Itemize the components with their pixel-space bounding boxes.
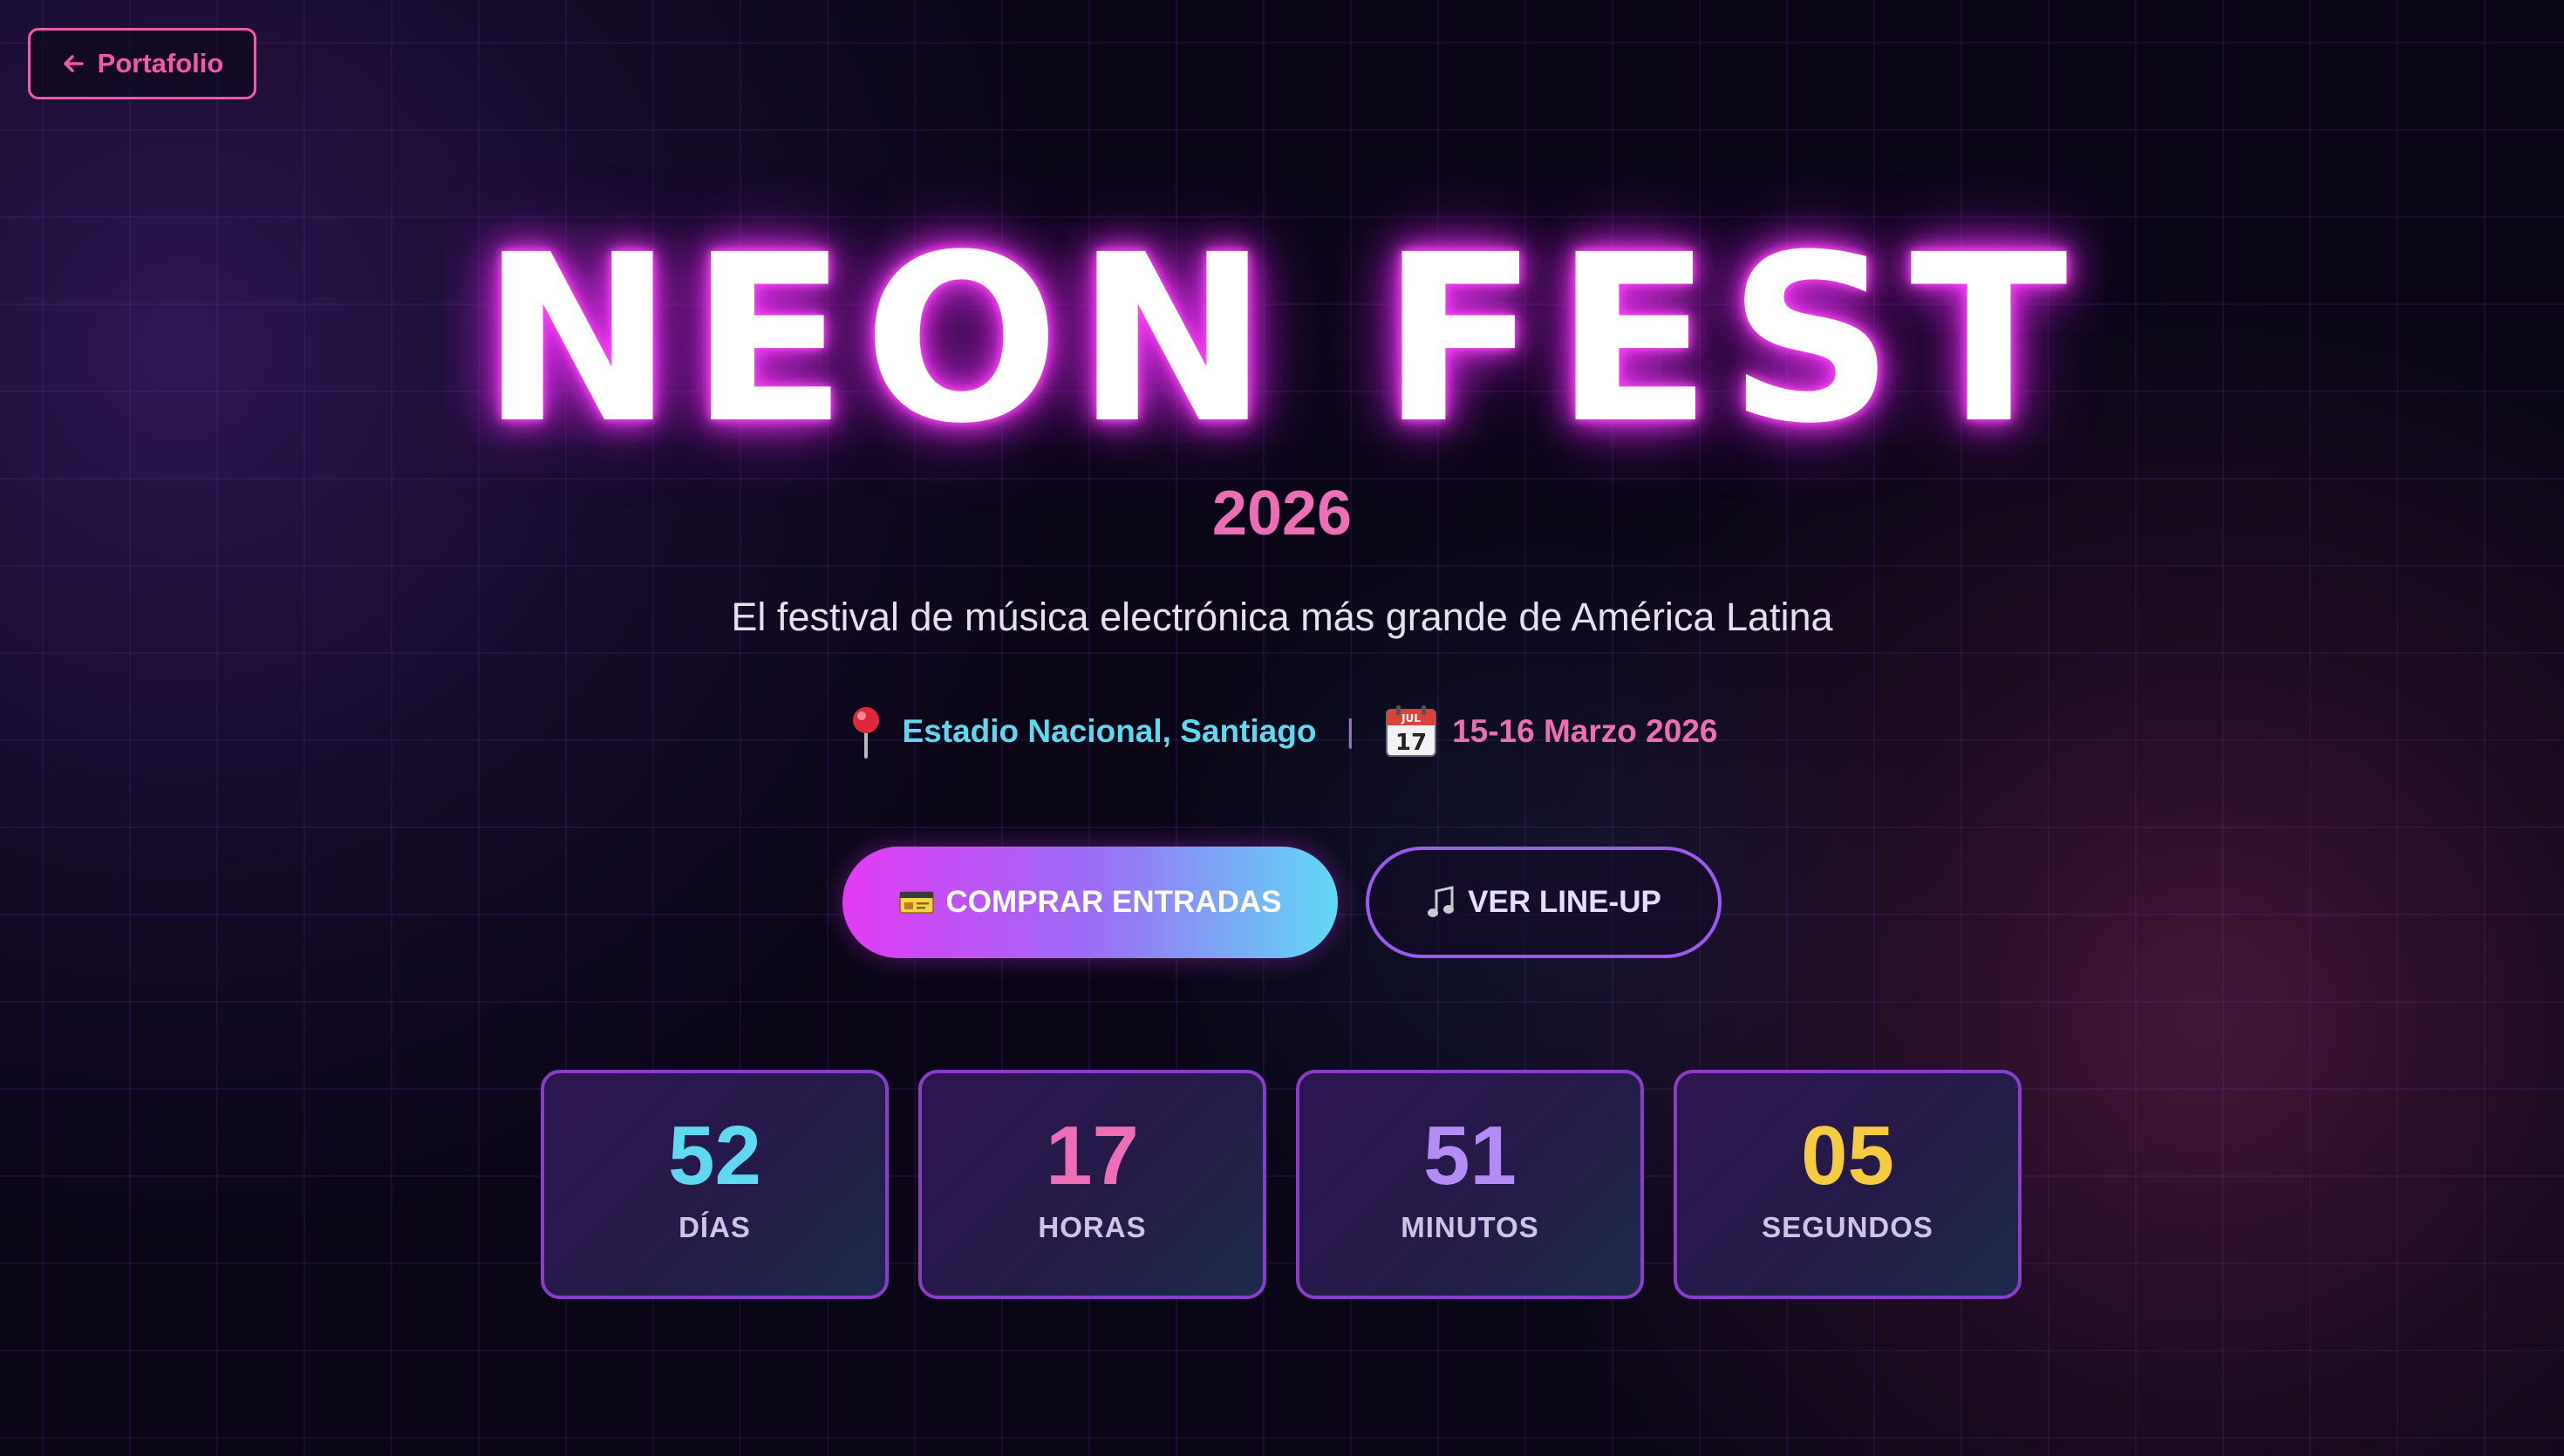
buy-tickets-label: COMPRAR ENTRADAS: [945, 885, 1282, 919]
ticket-icon: [898, 891, 934, 914]
countdown-days: 52 DÍAS: [541, 1070, 889, 1299]
meta-separator: |: [1346, 713, 1355, 749]
countdown-days-value: 52: [668, 1109, 761, 1202]
countdown-seconds-label: SEGUNDOS: [1762, 1211, 1933, 1243]
view-lineup-label: VER LINE-UP: [1468, 885, 1661, 919]
buy-tickets-button[interactable]: COMPRAR ENTRADAS: [842, 847, 1338, 958]
festival-title: NEON FEST: [481, 206, 2083, 474]
cta-row: COMPRAR ENTRADAS VER LINE-UP: [0, 847, 2564, 958]
event-date: 15-16 Marzo 2026: [1452, 713, 1718, 749]
countdown-minutes-label: MINUTOS: [1401, 1211, 1539, 1243]
countdown-hours-value: 17: [1046, 1109, 1139, 1202]
countdown-seconds: 05 SEGUNDOS: [1674, 1070, 2022, 1299]
arrow-left-icon: [63, 55, 84, 72]
calendar-icon: JUL 17: [1386, 705, 1437, 757]
festival-year: 2026: [1211, 479, 1353, 548]
event-meta: Estadio Nacional, Santiago | JUL 17 15-1…: [0, 697, 2564, 765]
svg-text:17: 17: [1395, 730, 1427, 756]
countdown-hours: 17 HORAS: [918, 1070, 1266, 1299]
event-location: Estadio Nacional, Santiago: [902, 713, 1317, 749]
countdown-minutes: 51 MINUTOS: [1296, 1070, 1644, 1299]
view-lineup-button[interactable]: VER LINE-UP: [1366, 847, 1722, 958]
countdown-minutes-value: 51: [1423, 1109, 1517, 1202]
countdown-timer: 52 DÍAS 17 HORAS 51 MINUTOS 05 SEGUNDOS: [541, 1070, 2022, 1299]
back-to-portfolio-button[interactable]: Portafolio: [28, 28, 256, 99]
back-button-label: Portafolio: [97, 48, 224, 78]
music-note-icon: [1428, 886, 1455, 917]
countdown-hours-label: HORAS: [1038, 1211, 1147, 1243]
pin-icon: [852, 707, 879, 759]
countdown-seconds-value: 05: [1801, 1109, 1894, 1202]
festival-subtitle: El festival de música electrónica más gr…: [731, 595, 1833, 639]
svg-text:JUL: JUL: [1401, 712, 1421, 725]
countdown-days-label: DÍAS: [679, 1211, 751, 1243]
